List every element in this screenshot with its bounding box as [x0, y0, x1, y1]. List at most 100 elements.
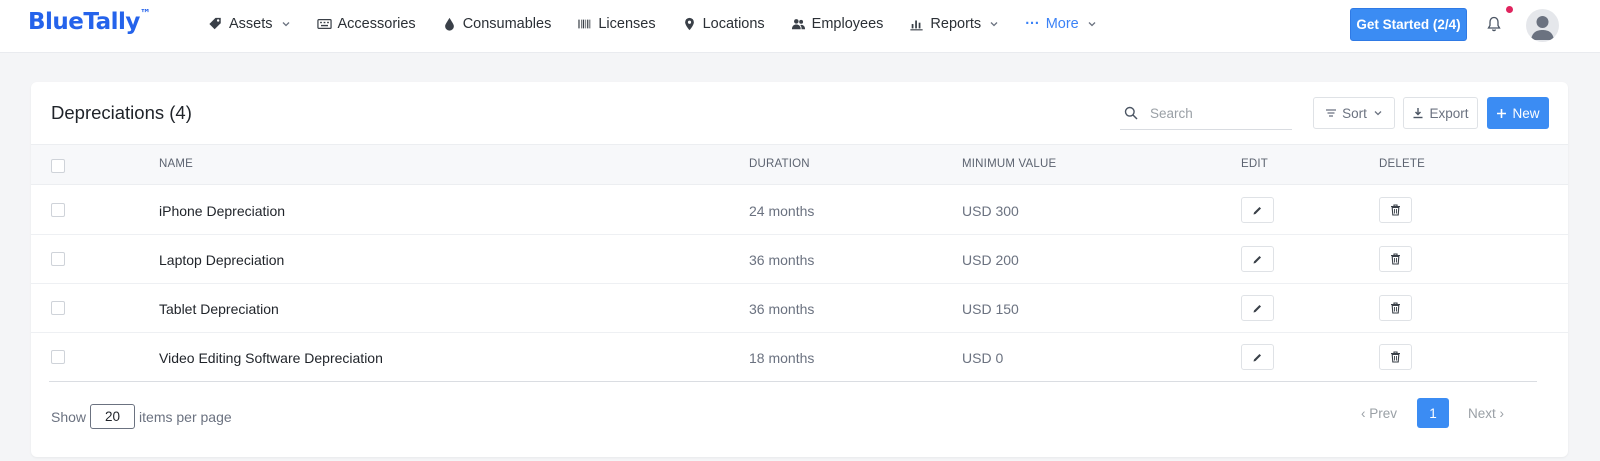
- row-name[interactable]: Laptop Depreciation: [159, 252, 284, 268]
- row-min-value: USD 200: [962, 252, 1019, 268]
- nav-item-label: Licenses: [598, 16, 656, 32]
- search-input[interactable]: [1150, 105, 1290, 121]
- avatar[interactable]: [1526, 9, 1559, 42]
- row-checkbox[interactable]: [51, 203, 65, 217]
- show-label: Show: [51, 408, 87, 425]
- table-row: Tablet Depreciation 36 months USD 150: [31, 284, 1568, 333]
- col-header-name[interactable]: NAME: [159, 158, 193, 170]
- nav-item-label: Employees: [811, 16, 884, 32]
- per-page-input[interactable]: [90, 404, 136, 429]
- sort-label: Sort: [1342, 105, 1367, 121]
- trash-icon: [1391, 351, 1400, 363]
- row-checkbox[interactable]: [51, 252, 65, 266]
- nav-item-locations[interactable]: Locations: [682, 16, 765, 32]
- pencil-icon: [1253, 206, 1261, 214]
- top-navbar: BlueTally™ Assets Accessories Consumable…: [0, 0, 1600, 53]
- chevron-down-icon: [1374, 111, 1382, 116]
- app-logo[interactable]: BlueTally™: [28, 7, 151, 35]
- get-started-button[interactable]: Get Started (2/4): [1350, 8, 1467, 41]
- user-icon: [1531, 16, 1554, 40]
- drop-icon: [444, 17, 454, 31]
- delete-button[interactable]: [1379, 295, 1412, 321]
- chevron-down-icon: [990, 22, 998, 27]
- pencil-icon: [1253, 353, 1261, 361]
- row-name[interactable]: Video Editing Software Depreciation: [159, 350, 383, 366]
- trash-icon: [1391, 253, 1400, 265]
- chevron-down-icon: [282, 22, 289, 27]
- delete-button[interactable]: [1379, 197, 1412, 223]
- nav-item-label: Accessories: [337, 16, 416, 32]
- col-header-delete: DELETE: [1379, 158, 1425, 170]
- page-1-button[interactable]: 1: [1417, 398, 1449, 428]
- nav-item-assets[interactable]: Assets: [208, 16, 291, 32]
- per-page-control: Show items per page: [51, 404, 232, 429]
- main-nav: Assets Accessories Consumables Licenses …: [208, 0, 1123, 48]
- table-row: Laptop Depreciation 36 months USD 200: [31, 235, 1568, 284]
- plus-icon: [1497, 108, 1507, 118]
- row-duration: 36 months: [749, 252, 815, 268]
- barcode-icon: [578, 19, 591, 29]
- chevron-down-icon: [1088, 22, 1096, 27]
- notification-dot: [1506, 6, 1513, 13]
- table-row: Video Editing Software Depreciation 18 m…: [49, 333, 1537, 382]
- nav-item-label: Reports: [930, 16, 982, 32]
- next-page-button[interactable]: Next ›: [1468, 406, 1504, 421]
- bell-icon[interactable]: [1486, 16, 1502, 32]
- table-header: NAME DURATION MINIMUM VALUE EDIT DELETE: [31, 144, 1568, 185]
- col-header-edit: EDIT: [1241, 158, 1268, 170]
- row-duration: 18 months: [749, 350, 815, 366]
- new-button[interactable]: New: [1487, 97, 1549, 129]
- nav-item-employees[interactable]: Employees: [791, 16, 884, 32]
- export-label: Export: [1429, 105, 1469, 121]
- row-min-value: USD 150: [962, 301, 1019, 317]
- nav-item-accessories[interactable]: Accessories: [316, 16, 416, 32]
- edit-button[interactable]: [1241, 197, 1274, 223]
- delete-button[interactable]: [1379, 344, 1412, 370]
- pencil-icon: [1253, 304, 1261, 312]
- row-min-value: USD 300: [962, 203, 1019, 219]
- prev-page-button[interactable]: ‹ Prev: [1361, 406, 1397, 421]
- nav-item-label: Locations: [702, 16, 765, 32]
- depreciations-card: Depreciations (4) Sort Export New NAME D…: [31, 82, 1568, 457]
- nav-item-label: Assets: [229, 16, 273, 32]
- trash-icon: [1391, 204, 1400, 216]
- bar-chart-icon: [910, 20, 924, 31]
- nav-item-reports[interactable]: Reports: [909, 16, 999, 32]
- ellipsis-icon: ···: [1025, 16, 1040, 32]
- sort-icon: [1326, 109, 1337, 117]
- table-row: iPhone Depreciation 24 months USD 300: [31, 186, 1568, 235]
- row-duration: 24 months: [749, 203, 815, 219]
- pencil-icon: [1253, 255, 1261, 263]
- new-label: New: [1512, 105, 1540, 121]
- nav-item-label: More: [1045, 16, 1079, 32]
- trash-icon: [1391, 302, 1400, 314]
- edit-button[interactable]: [1241, 344, 1274, 370]
- select-all-checkbox[interactable]: [51, 159, 65, 173]
- row-checkbox[interactable]: [51, 301, 65, 315]
- sort-button[interactable]: Sort: [1313, 97, 1395, 129]
- edit-button[interactable]: [1241, 246, 1274, 272]
- users-icon: [791, 19, 805, 30]
- download-icon: [1413, 108, 1423, 119]
- search-icon: [1124, 106, 1138, 120]
- search-box[interactable]: [1120, 97, 1292, 130]
- row-duration: 36 months: [749, 301, 815, 317]
- row-checkbox[interactable]: [51, 350, 65, 364]
- nav-item-consumables[interactable]: Consumables: [442, 16, 552, 32]
- col-header-min-value[interactable]: MINIMUM VALUE: [962, 158, 1056, 170]
- edit-button[interactable]: [1241, 295, 1274, 321]
- nav-item-licenses[interactable]: Licenses: [577, 16, 656, 32]
- export-button[interactable]: Export: [1403, 97, 1478, 129]
- nav-item-label: Consumables: [462, 16, 552, 32]
- keyboard-icon: [316, 19, 332, 29]
- nav-item-more[interactable]: ··· More: [1025, 16, 1097, 32]
- per-page-suffix: items per page: [139, 408, 232, 425]
- page-title: Depreciations (4): [51, 102, 192, 123]
- row-name[interactable]: Tablet Depreciation: [159, 301, 279, 317]
- map-pin-icon: [684, 17, 694, 31]
- col-header-duration[interactable]: DURATION: [749, 158, 810, 170]
- row-min-value: USD 0: [962, 350, 1004, 366]
- tag-icon: [209, 17, 221, 30]
- row-name[interactable]: iPhone Depreciation: [159, 203, 285, 219]
- delete-button[interactable]: [1379, 246, 1412, 272]
